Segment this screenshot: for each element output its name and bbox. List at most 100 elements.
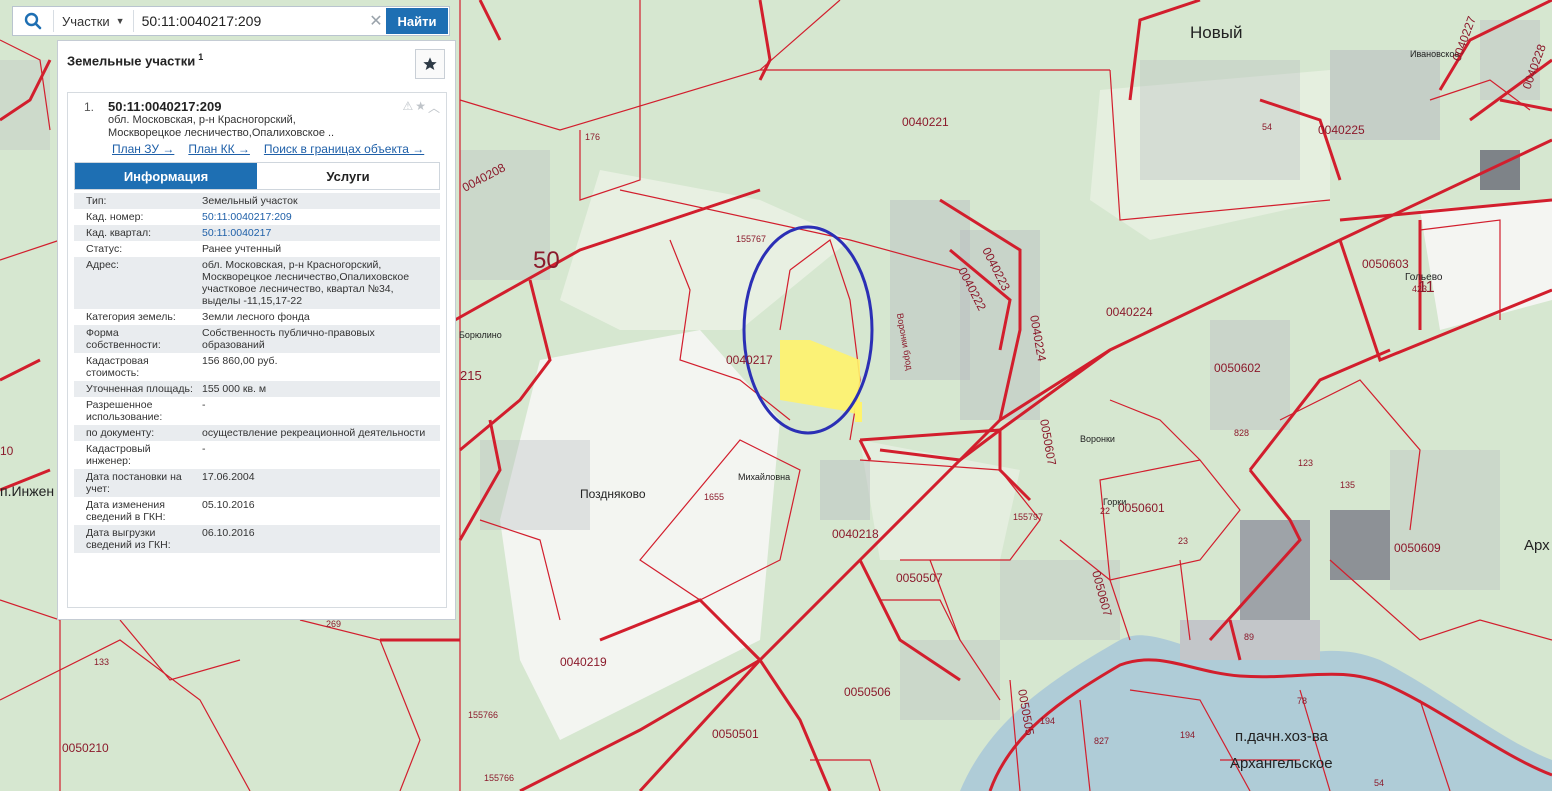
property-key: Статус: <box>86 243 123 255</box>
find-button[interactable]: Найти <box>386 8 448 34</box>
settlement-label-inzhen: п.Инжен <box>0 483 54 499</box>
quarter-label: 0050501 <box>712 727 759 741</box>
parcel-number: 133 <box>94 657 109 667</box>
quarter-label: 0040224 <box>1106 305 1153 319</box>
plan-zu-link[interactable]: План ЗУ → <box>112 142 174 156</box>
chevron-down-icon: ▼ <box>115 16 125 26</box>
property-row: Кад. номер: 50:11:0040217:209 <box>74 209 440 225</box>
search-icon[interactable] <box>13 7 53 35</box>
property-row: Кадастровая стоимость: 156 860,00 руб. <box>74 353 440 381</box>
property-row: Кадастровый инженер: - <box>74 441 440 469</box>
result-address: обл. Московская, р-н Красногорский, Моск… <box>108 114 398 140</box>
parcel-number: 135 <box>1340 480 1355 490</box>
results-panel: Земельные участки 1 1. 50:11:0040217:209 … <box>57 40 456 620</box>
star-icon[interactable]: ★ <box>415 99 426 116</box>
plan-kk-link[interactable]: План КК → <box>188 142 250 156</box>
search-input[interactable] <box>133 13 366 29</box>
parcel-number: 89 <box>1244 632 1254 642</box>
property-value: - <box>202 443 206 455</box>
quarter-label: 0040218 <box>832 527 879 541</box>
property-value: 06.10.2016 <box>200 525 440 553</box>
quarter-label: 0050506 <box>844 685 891 699</box>
property-key: Тип: <box>74 193 200 209</box>
favorites-button[interactable] <box>415 49 445 79</box>
parcel-number: 23 <box>1178 536 1188 546</box>
property-key: Кад. квартал: <box>74 225 200 241</box>
result-address-line: обл. Московская, р-н Красногорский, <box>108 114 296 126</box>
property-row: Адрес: обл. Московская, р-н Красногорский… <box>74 257 440 309</box>
property-value: обл. Московская, р-н Красногорский, Моск… <box>200 257 440 309</box>
layer-select[interactable]: Участки ▼ <box>53 10 134 32</box>
property-row: Дата постановки на учет: 17.06.2004 <box>74 469 440 497</box>
property-row: Тип: Земельный участок <box>74 193 440 209</box>
property-key: Кадастровый инженер: <box>86 443 151 467</box>
parcel-number: 54 <box>1374 778 1384 788</box>
parcel-number: 194 <box>1040 716 1055 726</box>
property-key: Адрес: <box>74 257 200 309</box>
layer-select-label: Участки <box>62 13 110 29</box>
parcel-number: 10 <box>0 444 14 458</box>
tab-information[interactable]: Информация <box>75 163 257 189</box>
quarter-label: 0040225 <box>1318 123 1365 137</box>
cadastral-number-link[interactable]: 50:11:0040217:209 <box>202 211 292 223</box>
parcel-number: 827 <box>1094 736 1109 746</box>
warning-icon[interactable]: ⚠ <box>402 99 413 116</box>
place-label: Гольево <box>1405 272 1443 283</box>
property-value: Собственность публично-правовых образова… <box>200 325 440 353</box>
chevron-up-icon[interactable]: ︿ <box>428 99 440 116</box>
parcel-number: 176 <box>585 132 600 142</box>
settlement-label-dach: п.дачн.хоз-ва <box>1235 728 1328 745</box>
property-value: 17.06.2004 <box>200 469 440 497</box>
property-key: Кад. номер: <box>86 211 144 223</box>
search-in-bounds-link[interactable]: Поиск в границах объекта → <box>264 142 424 156</box>
settlement-label-arkh: Арх <box>1524 537 1550 554</box>
parcel-number: 123 <box>1298 458 1313 468</box>
quarter-label: 0050507 <box>896 571 943 585</box>
settlement-label-pozdnyakovo: Поздняково <box>580 487 646 501</box>
quarter-label: 0050609 <box>1394 541 1441 555</box>
result-actions: ⚠ ★ ︿ <box>402 99 440 116</box>
tab-services[interactable]: Услуги <box>257 163 439 189</box>
place-label: Воронки <box>1080 434 1115 444</box>
result-links: План ЗУ → План КК → Поиск в границах объ… <box>112 142 424 156</box>
property-value: Земельный участок <box>200 193 440 209</box>
close-icon[interactable]: ✕ <box>366 11 386 31</box>
search-bar: Участки ▼ ✕ Найти <box>12 6 450 36</box>
property-value: Земли лесного фонда <box>202 311 310 323</box>
panel-title-text: Земельные участки <box>67 53 196 69</box>
district-number-label: 50 <box>533 247 560 274</box>
quarter-label: 0050603 <box>1362 257 1409 271</box>
settlement-label-novyj: Новый <box>1190 23 1242 42</box>
quarter-label: 0040219 <box>560 655 607 669</box>
quarter-label: 215 <box>460 368 482 383</box>
result-count: 1 <box>198 52 204 62</box>
parcel-number: 155766 <box>484 773 514 783</box>
selected-parcel-part[interactable] <box>855 402 862 422</box>
property-key: Дата постановки на учет: <box>74 469 200 497</box>
property-key: Дата изменения сведений в ГКН: <box>86 499 166 523</box>
result-index: 1. <box>84 100 95 114</box>
result-cadastral-number[interactable]: 50:11:0040217:209 <box>108 99 222 114</box>
property-row: Дата выгрузки сведений из ГКН: 06.10.2016 <box>74 525 440 553</box>
result-tabs: Информация Услуги <box>74 162 440 190</box>
parcel-number: 194 <box>1180 730 1195 740</box>
parcel-number: 1655 <box>704 492 724 502</box>
properties-table: Тип: Земельный участок Кад. номер: 50:11:0… <box>74 193 440 553</box>
quarter-label: 0050601 <box>1118 501 1165 515</box>
quarter-label: 0040221 <box>902 115 949 129</box>
quarter-label: 0040217 <box>726 353 773 367</box>
panel-title: Земельные участки 1 <box>67 52 203 68</box>
parcel-number: 155766 <box>468 710 498 720</box>
parcel-number: 155767 <box>736 234 766 244</box>
property-row: Форма собственности: Собственность публич… <box>74 325 440 353</box>
star-icon <box>423 57 437 70</box>
cadastral-quarter-link[interactable]: 50:11:0040217 <box>202 227 271 239</box>
place-label: Михайловна <box>738 472 790 482</box>
parcel-number: 828 <box>1234 428 1249 438</box>
property-key: Категория земель: <box>86 311 176 323</box>
property-row: Категория земель: Земли лесного фонда <box>74 309 440 325</box>
settlement-label-arkhangelskoe: Архангельское <box>1230 755 1333 772</box>
property-value: 05.10.2016 <box>202 499 255 511</box>
property-value: 156 860,00 руб. <box>202 355 278 367</box>
property-row: Уточненная площадь: 155 000 кв. м <box>74 381 440 397</box>
